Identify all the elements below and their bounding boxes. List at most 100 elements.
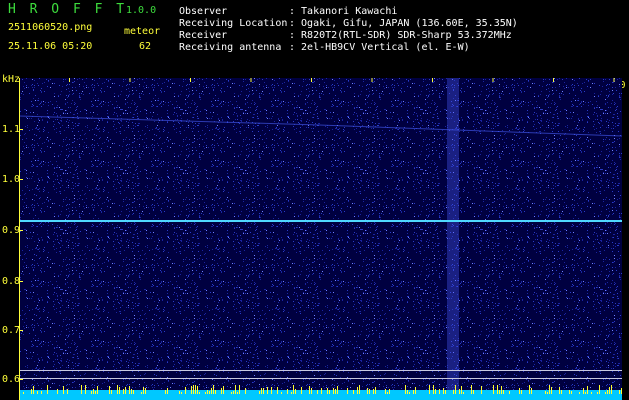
bottom-spike xyxy=(389,389,390,394)
info-receiver-label: Receiver xyxy=(179,30,228,41)
freq-tick xyxy=(19,330,23,331)
bottom-spike xyxy=(493,385,494,394)
freq-tick xyxy=(19,129,23,130)
bottom-spike xyxy=(561,390,562,394)
freq-tick-label: 1.1 xyxy=(2,124,21,135)
bottom-spike xyxy=(435,389,436,394)
bottom-spike xyxy=(267,387,268,394)
bottom-spike xyxy=(413,390,414,394)
bottom-spike xyxy=(571,391,572,394)
bottom-spike xyxy=(277,387,278,394)
bottom-spike xyxy=(93,389,94,394)
freq-axis-line xyxy=(19,78,20,400)
bottom-spike xyxy=(271,387,272,394)
info-observer-label: Observer xyxy=(179,6,228,17)
bottom-spike xyxy=(321,388,322,394)
bottom-spike xyxy=(473,390,474,394)
bottom-spike xyxy=(259,391,260,394)
bottom-spike xyxy=(33,386,34,394)
filename: 2511060520.png xyxy=(8,22,93,33)
bottom-spike xyxy=(239,385,240,394)
bottom-spike xyxy=(237,392,238,394)
bottom-spike xyxy=(223,386,224,394)
bottom-spike xyxy=(263,388,264,394)
bottom-spike xyxy=(433,385,434,394)
bottom-spike xyxy=(309,386,310,394)
bottom-spike xyxy=(209,391,210,394)
bottom-spike xyxy=(547,392,548,394)
bottom-spike xyxy=(335,389,336,394)
bottom-spike xyxy=(213,385,214,394)
bottom-spike xyxy=(129,386,130,394)
bottom-spike xyxy=(405,385,406,394)
bottom-spike xyxy=(463,392,464,394)
bottom-spike xyxy=(551,387,552,394)
bottom-spike xyxy=(385,389,386,394)
bottom-spike xyxy=(461,386,462,394)
app-name: H R O F F T xyxy=(8,2,128,17)
bottom-spike xyxy=(117,385,118,394)
bottom-spike xyxy=(191,386,192,394)
bottom-spike xyxy=(599,385,600,394)
bottom-spike xyxy=(503,390,504,394)
bottom-spike xyxy=(109,386,110,394)
bottom-spike xyxy=(193,385,194,394)
bottom-spike xyxy=(185,387,186,394)
bottom-spike xyxy=(235,385,236,394)
bottom-spike xyxy=(415,387,416,394)
bottom-spike xyxy=(459,389,460,394)
bottom-spike xyxy=(373,389,374,394)
bottom-spike xyxy=(329,390,330,394)
bottom-spike xyxy=(67,389,68,394)
bottom-spike xyxy=(549,385,550,394)
bottom-spike xyxy=(353,390,354,394)
bottom-spike xyxy=(287,389,288,394)
freq-tick-label: 0.6 xyxy=(2,374,21,385)
time-tick xyxy=(553,78,554,82)
time-tick xyxy=(613,78,615,82)
reference-line xyxy=(19,378,622,379)
info-location-label: Receiving Location xyxy=(179,18,288,29)
bottom-spike xyxy=(387,392,388,394)
bottom-spike xyxy=(143,387,144,394)
bottom-spike xyxy=(133,390,134,394)
bottom-spike xyxy=(509,391,510,394)
bottom-spike xyxy=(611,385,612,394)
bottom-spike xyxy=(97,386,98,394)
bottom-spike xyxy=(311,388,312,394)
bottom-spike xyxy=(591,392,592,394)
bottom-spike xyxy=(585,392,586,394)
bottom-spike xyxy=(165,390,166,394)
bottom-spike xyxy=(125,387,126,394)
bottom-spike xyxy=(199,392,200,394)
bottom-spike xyxy=(295,389,296,394)
freq-unit-label: kHz xyxy=(2,74,21,85)
bottom-spike xyxy=(141,392,142,394)
reference-line xyxy=(19,370,622,371)
app-version: 1.0.0 xyxy=(126,5,157,16)
bottom-spike xyxy=(327,388,328,394)
spectrogram-noise xyxy=(19,78,622,400)
bottom-spike xyxy=(569,390,570,394)
bottom-spike xyxy=(587,386,588,394)
bottom-spike xyxy=(23,392,24,394)
bottom-spike xyxy=(293,385,294,394)
bottom-spike xyxy=(579,392,580,394)
freq-tick xyxy=(19,230,23,231)
bottom-spike xyxy=(559,387,560,394)
bottom-spike xyxy=(41,391,42,394)
bottom-spike xyxy=(37,391,38,394)
freq-tick-label: 0.7 xyxy=(2,325,21,336)
bottom-spike xyxy=(499,390,500,394)
bottom-spike xyxy=(607,390,608,394)
bottom-spike xyxy=(407,390,408,394)
bottom-spike xyxy=(215,390,216,394)
bottom-spike xyxy=(369,389,370,394)
bottom-spike xyxy=(261,388,262,394)
bottom-spike xyxy=(131,389,132,394)
bottom-spike xyxy=(181,392,182,394)
info-location-value: : Ogaki, Gifu, JAPAN (136.60E, 35.35N) xyxy=(289,18,518,29)
bottom-spike xyxy=(347,388,348,394)
freq-tick-label: 1.0 xyxy=(2,174,21,185)
bottom-spike xyxy=(519,388,520,394)
